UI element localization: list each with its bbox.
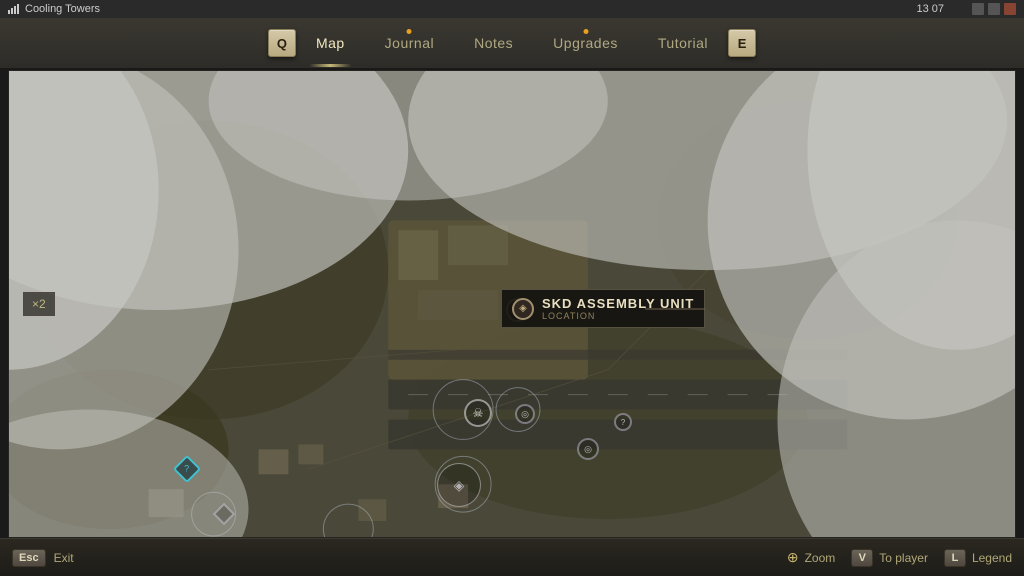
marker-question-cyan[interactable]: ?	[177, 459, 197, 479]
minimize-button[interactable]	[972, 3, 984, 15]
esc-key-badge[interactable]: Esc	[12, 549, 46, 567]
nav-left-key[interactable]: Q	[268, 29, 296, 57]
marker-skull[interactable]: ☠	[464, 399, 492, 427]
tab-journal[interactable]: Journal	[365, 27, 454, 59]
nav-bar: Q Map Journal Notes Upgrades Tutorial E	[0, 18, 1024, 70]
to-player-label: To player	[879, 551, 928, 565]
tab-notes[interactable]: Notes	[454, 27, 533, 59]
tab-tutorial[interactable]: Tutorial	[638, 27, 728, 59]
bottom-left: Esc Exit	[12, 549, 74, 567]
legend-label: Legend	[972, 551, 1012, 565]
exit-label: Exit	[54, 551, 74, 565]
tab-map[interactable]: Map	[296, 27, 365, 59]
marker-circle-1[interactable]: ◎	[515, 404, 535, 424]
legend-btn[interactable]: L Legend	[944, 549, 1012, 567]
tab-upgrades[interactable]: Upgrades	[533, 27, 638, 59]
signal-icon	[8, 4, 19, 14]
map-tooltip: ◈ SKD ASSEMBLY UNIT LOCATION	[501, 289, 705, 328]
clock: 13 07	[916, 3, 944, 15]
v-key-badge[interactable]: V	[851, 549, 873, 567]
map-container[interactable]: ×2 ⬡ ◈ SKD ASSEMBLY UNIT LOCATION ☠ ◎ ?	[8, 70, 1016, 538]
bottom-bar: Esc Exit ⊕ Zoom V To player L Legend	[0, 538, 1024, 576]
maximize-button[interactable]	[988, 3, 1000, 15]
tooltip-title: SKD ASSEMBLY UNIT	[542, 296, 694, 311]
marker-large-circle[interactable]: ◈	[437, 463, 481, 507]
bottom-right-controls: ⊕ Zoom V To player L Legend	[787, 549, 1012, 567]
marker-diamond-1[interactable]	[216, 506, 232, 522]
nav-right-key[interactable]: E	[728, 29, 756, 57]
zoom-control-btn[interactable]: ⊕ Zoom	[787, 549, 835, 566]
tooltip-text: SKD ASSEMBLY UNIT LOCATION	[542, 296, 694, 321]
to-player-btn[interactable]: V To player	[851, 549, 928, 567]
l-key-badge[interactable]: L	[944, 549, 966, 567]
tooltip-icon: ◈	[512, 298, 534, 320]
close-button[interactable]	[1004, 3, 1016, 15]
zoom-icon: ⊕	[787, 549, 799, 566]
window-title: Cooling Towers	[25, 3, 100, 15]
title-bar: Cooling Towers 13 07	[0, 0, 1024, 18]
zoom-control: ×2	[23, 292, 55, 316]
zoom-label: ×2	[32, 297, 46, 311]
tooltip-subtitle: LOCATION	[542, 311, 694, 321]
marker-circle-2[interactable]: ◎	[577, 438, 599, 460]
zoom-btn-label: Zoom	[805, 551, 836, 565]
window-controls[interactable]	[972, 3, 1016, 15]
marker-circle-3[interactable]: ?	[614, 413, 632, 431]
